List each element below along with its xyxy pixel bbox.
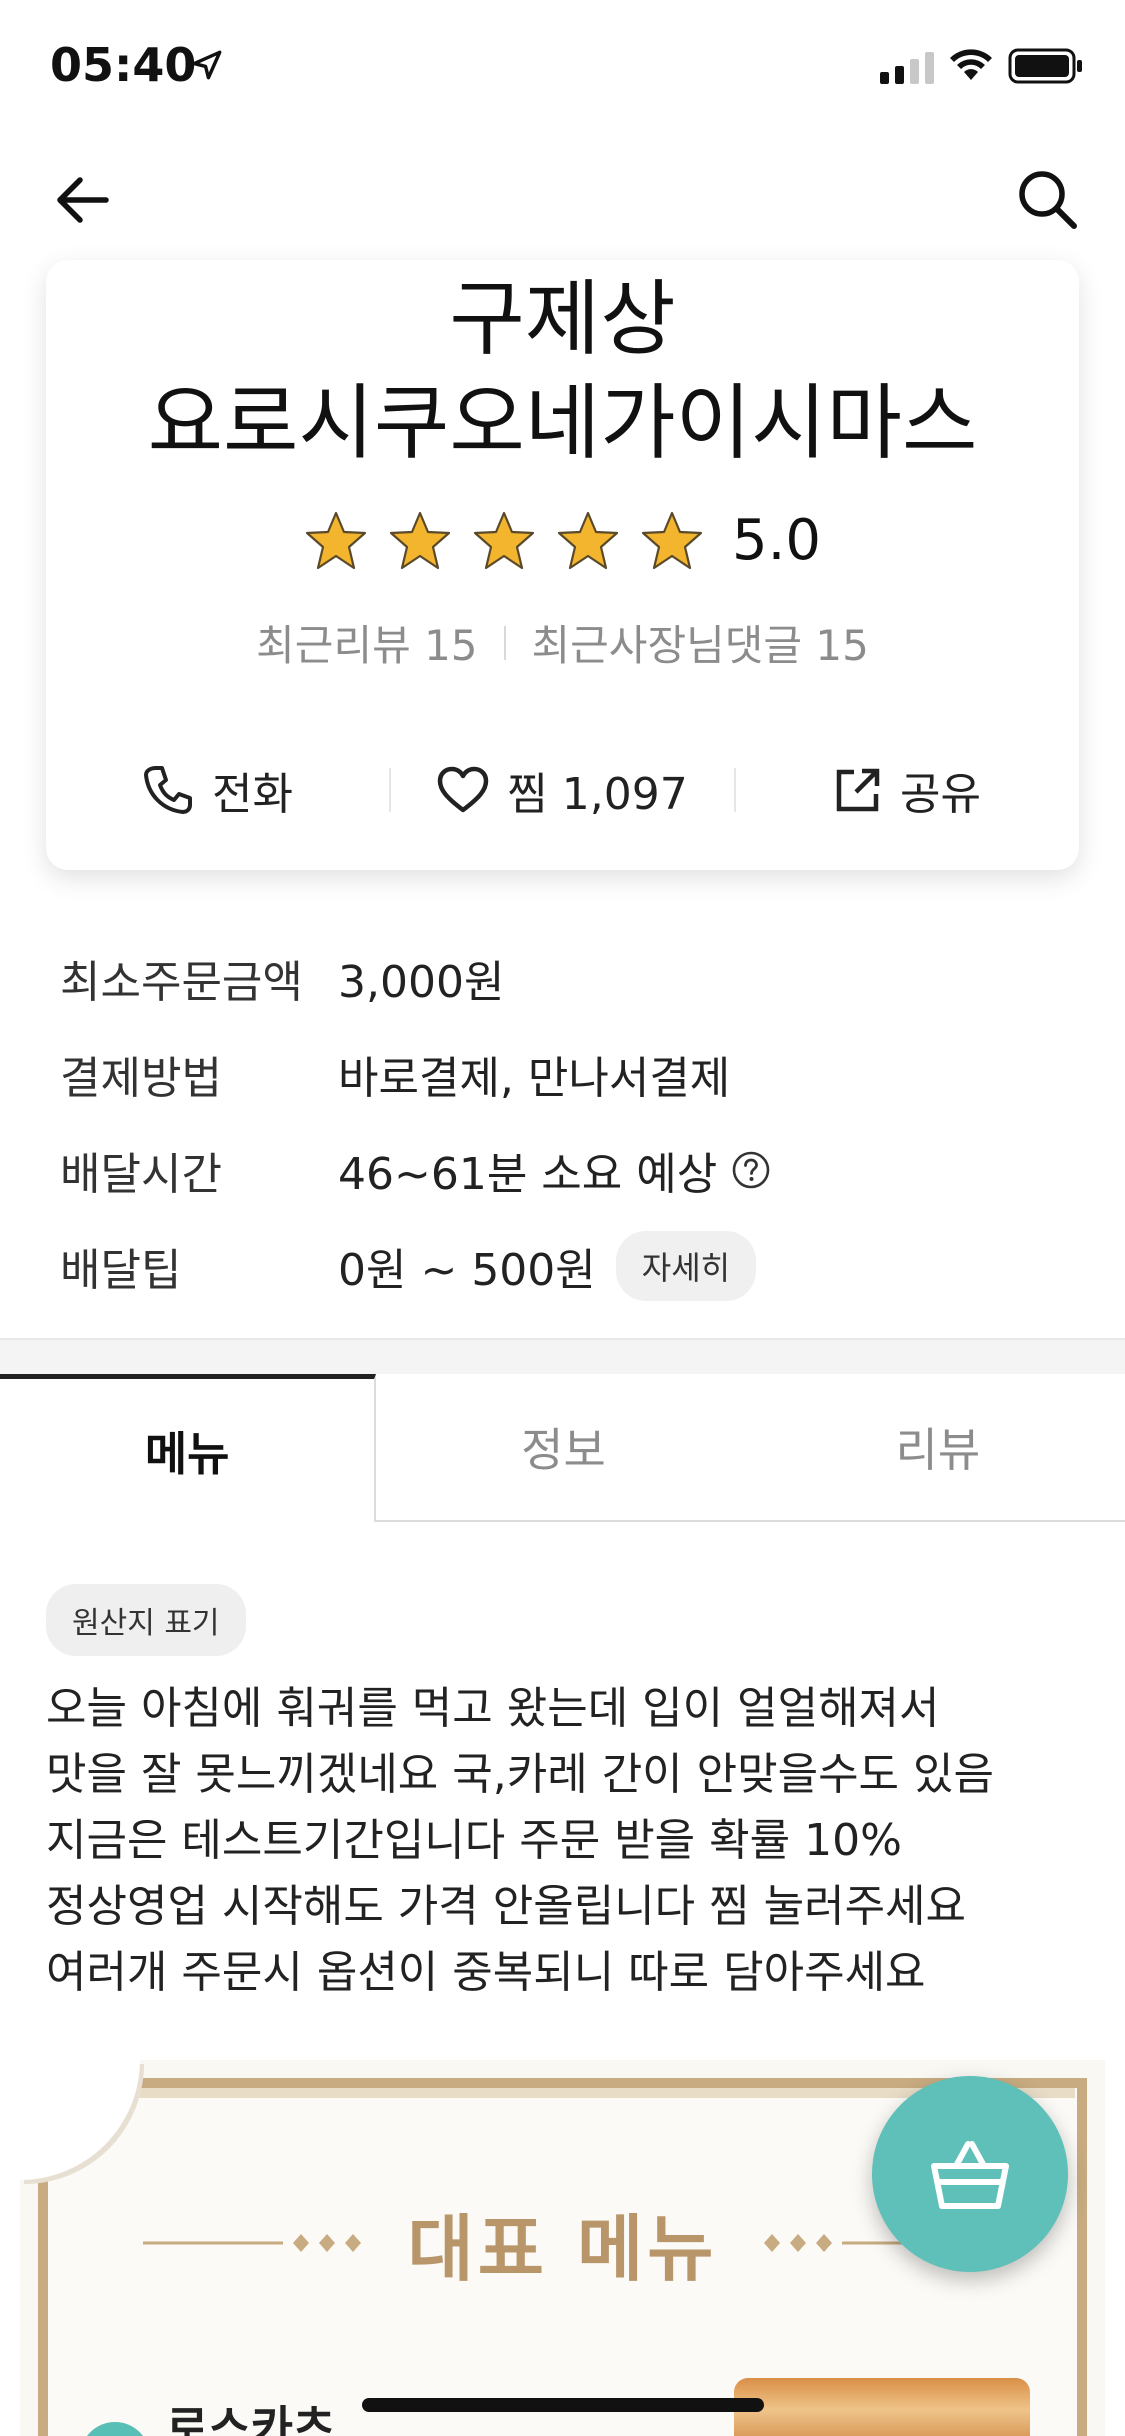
menu-item-image[interactable] [734, 2378, 1030, 2436]
info-row-delivery-time: 배달시간 46~61분 소요 예상 [60, 1122, 1060, 1218]
store-info-card: 구제상 요로시쿠오네가이시마스 5.0 최근리뷰 15 최근사장님댓글 15 전… [46, 260, 1079, 870]
info-value: 바로결제, 만나서결제 [338, 1053, 731, 1104]
search-icon[interactable] [1012, 164, 1082, 234]
share-label: 공유 [900, 769, 981, 820]
notice-line: 오늘 아침에 훠궈를 먹고 왔는데 입이 얼얼해져서 [46, 1683, 940, 1734]
store-name-line1: 구제상 [449, 272, 676, 367]
wifi-icon [950, 49, 992, 80]
info-row-min-order: 최소주문금액 3,000원 [60, 930, 1060, 1026]
heart-icon [438, 766, 489, 813]
star-icon [641, 511, 703, 569]
tab-menu[interactable]: 메뉴 [0, 1374, 377, 1522]
tab-reviews[interactable]: 리뷰 [750, 1374, 1125, 1522]
share-button[interactable]: 공유 [736, 758, 1079, 822]
info-value: 46~61분 소요 예상 [338, 1138, 771, 1202]
question-circle-icon[interactable] [731, 1150, 771, 1190]
status-time: 05:40 [50, 38, 197, 92]
share-icon [836, 768, 880, 812]
notice-line: 여러개 주문시 옵션이 중복되니 따로 담아주세요 [46, 1947, 926, 1998]
delivery-tip-detail-button[interactable]: 자세히 [615, 1231, 757, 1301]
menu-item-name[interactable]: 로스카츠 [166, 2392, 335, 2436]
rating-row: 5.0 [46, 508, 1079, 573]
back-arrow-icon[interactable] [50, 168, 114, 232]
banner-title: 대표 메뉴 [407, 2207, 718, 2291]
recent-reviews-link[interactable]: 최근리뷰 15 [256, 612, 477, 673]
phone-icon [144, 766, 193, 814]
notice-line: 정상영업 시작해도 가격 안올립니다 찜 눌러주세요 [46, 1881, 967, 1932]
info-label: 배달팁 [60, 1245, 182, 1296]
notice-line: 지금은 테스트기간입니다 주문 받을 확률 10% [46, 1815, 902, 1866]
origin-label-button[interactable]: 원산지 표기 [46, 1584, 246, 1656]
section-divider [0, 1338, 1125, 1376]
info-value: 3,000원 [338, 957, 505, 1008]
info-label: 배달시간 [60, 1149, 222, 1200]
info-label: 최소주문금액 [60, 957, 303, 1008]
cart-button[interactable] [872, 2076, 1068, 2272]
location-arrow-icon [192, 50, 222, 80]
cellular-signal-icon [880, 50, 934, 84]
store-tabs: 메뉴 정보 리뷰 [0, 1374, 1125, 1522]
star-icon [305, 511, 367, 569]
store-info-list: 최소주문금액 3,000원 결제방법 바로결제, 만나서결제 배달시간 46~6… [60, 930, 1060, 1314]
store-name: 구제상 요로시쿠오네가이시마스 [46, 268, 1079, 476]
call-button[interactable]: 전화 [46, 758, 389, 822]
favorite-label: 찜 1,097 [507, 769, 688, 820]
shopping-basket-icon [931, 2141, 1009, 2209]
tab-info[interactable]: 정보 [376, 1374, 751, 1522]
recent-owner-replies-link[interactable]: 최근사장님댓글 15 [532, 612, 869, 673]
notice-line: 맛을 잘 못느끼겠네요 국,카레 간이 안맞을수도 있음 [46, 1749, 994, 1800]
rating-value: 5.0 [731, 508, 822, 573]
star-icon [557, 511, 619, 569]
store-actions: 전화 찜 1,097 공유 [46, 730, 1079, 850]
info-value: 0원 ~ 500원 자세히 [338, 1231, 757, 1301]
info-label: 결제방법 [60, 1053, 222, 1104]
info-row-delivery-tip: 배달팁 0원 ~ 500원 자세히 [60, 1218, 1060, 1314]
home-indicator[interactable] [362, 2398, 764, 2412]
divider [503, 625, 506, 660]
favorite-button[interactable]: 찜 1,097 [391, 758, 734, 822]
ornament-left-icon [143, 2233, 362, 2252]
status-bar: 05:40 [0, 0, 1125, 140]
info-row-payment: 결제방법 바로결제, 만나서결제 [60, 1026, 1060, 1122]
owner-notice: 오늘 아침에 훠궈를 먹고 왔는데 입이 얼얼해져서 맛을 잘 못느끼겠네요 국… [46, 1676, 1086, 2006]
star-icon [473, 511, 535, 569]
star-icon [389, 511, 451, 569]
review-counts: 최근리뷰 15 최근사장님댓글 15 [46, 612, 1079, 673]
battery-icon [1008, 48, 1082, 84]
call-label: 전화 [212, 769, 293, 820]
store-name-line2: 요로시쿠오네가이시마스 [147, 376, 978, 471]
